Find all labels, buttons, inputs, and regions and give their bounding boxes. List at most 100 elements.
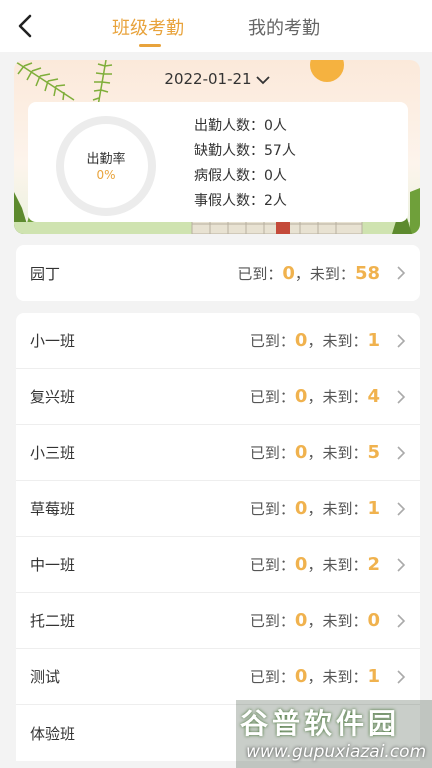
separator: ，: [307, 612, 323, 630]
arrived-count: 0: [294, 386, 308, 407]
row-counts: 已到： 0，未到： 5: [250, 442, 380, 463]
arrived-count: 0: [294, 666, 308, 687]
stat-label: 出勤人数：: [194, 118, 264, 134]
arrived-count: 0: [294, 610, 308, 631]
chevron-right-icon: [397, 445, 406, 460]
absent-count: 2: [367, 554, 380, 575]
stat-present: 出勤人数：0人: [194, 114, 296, 139]
list-item[interactable]: 园丁 已到： 0，未到： 58: [16, 245, 420, 301]
list-item[interactable]: 小三班 已到： 0，未到： 5: [16, 425, 420, 481]
row-counts: 已到： 0，未到： 0: [250, 610, 380, 631]
stat-label: 事假人数：: [194, 193, 264, 209]
arrived-label: 已到：: [249, 388, 295, 406]
separator: ，: [307, 444, 323, 462]
separator: ，: [307, 500, 323, 518]
attendance-rate-value: 0%: [96, 168, 116, 182]
absent-label: 未到：: [322, 668, 368, 686]
separator: ，: [307, 332, 323, 350]
stat-value: 0人: [264, 118, 287, 134]
arrived-count: 0: [294, 554, 308, 575]
row-name: 中一班: [30, 556, 76, 574]
chevron-right-icon: [397, 613, 406, 628]
separator: ，: [307, 668, 323, 686]
list-item[interactable]: 测试 已到： 0，未到： 1: [16, 649, 420, 705]
date-selector[interactable]: 2022-01-21: [14, 70, 420, 88]
watermark-title: 谷普软件园: [240, 707, 401, 740]
chevron-right-icon: [397, 333, 406, 348]
arrived-count: 0: [282, 262, 295, 284]
row-name: 小一班: [30, 332, 76, 350]
arrived-count: 0: [294, 498, 308, 519]
arrived-label: 已到：: [249, 500, 295, 518]
absent-label: 未到：: [309, 264, 355, 283]
separator: ，: [294, 264, 310, 283]
attendance-rate-label: 出勤率: [86, 152, 126, 167]
list-item[interactable]: 复兴班 已到： 0，未到： 4: [16, 369, 420, 425]
row-name: 小三班: [30, 444, 76, 462]
chevron-right-icon: [397, 669, 406, 684]
row-counts: 已到： 0，未到： 58: [237, 263, 380, 284]
absent-label: 未到：: [322, 500, 368, 518]
watermark-url: www.gupuxiazai.com: [246, 742, 427, 762]
arrived-label: 已到：: [249, 444, 295, 462]
stat-value: 0人: [264, 168, 287, 184]
row-counts: 已到： 0，未到： 1: [250, 498, 380, 519]
row-name: 园丁: [30, 264, 61, 283]
chevron-right-icon: [397, 266, 406, 280]
row-name: 复兴班: [30, 388, 76, 406]
list-item[interactable]: 托二班 已到： 0，未到： 0: [16, 593, 420, 649]
absent-count: 5: [367, 442, 380, 463]
stat-label: 缺勤人数：: [194, 143, 264, 159]
absent-count: 0: [367, 610, 380, 631]
date-text: 2022-01-21: [164, 70, 252, 88]
stats-list: 出勤人数：0人 缺勤人数：57人 病假人数：0人 事假人数：2人: [194, 114, 296, 214]
stat-sick-leave: 病假人数：0人: [194, 164, 296, 189]
chevron-right-icon: [397, 389, 406, 404]
arrived-label: 已到：: [249, 612, 295, 630]
row-name: 测试: [30, 668, 61, 686]
tab-my-attendance[interactable]: 我的考勤: [248, 14, 320, 40]
stat-label: 病假人数：: [194, 168, 264, 184]
chevron-right-icon: [397, 557, 406, 572]
row-counts: 已到： 0，未到： 2: [250, 554, 380, 575]
chevron-right-icon: [397, 501, 406, 516]
row-counts: 已到： 0，未到： 1: [250, 330, 380, 351]
stat-absent: 缺勤人数：57人: [194, 139, 296, 164]
stat-personal-leave: 事假人数：2人: [194, 189, 296, 214]
list-item[interactable]: 小一班 已到： 0，未到： 1: [16, 313, 420, 369]
absent-count: 1: [367, 666, 380, 687]
attendance-summary-card: 2022-01-21 出勤率 0% 出勤人数：0人 缺勤人数：57人 病假人数：…: [14, 60, 420, 234]
row-name: 托二班: [30, 612, 76, 630]
absent-count: 58: [354, 262, 380, 284]
row-counts: 已到： 0，未到： 1: [250, 666, 380, 687]
arrived-label: 已到：: [237, 264, 283, 283]
list-item[interactable]: 草莓班 已到： 0，未到： 1: [16, 481, 420, 537]
arrived-label: 已到：: [249, 332, 295, 350]
arrived-label: 已到：: [249, 668, 295, 686]
absent-count: 1: [367, 498, 380, 519]
absent-count: 4: [367, 386, 380, 407]
stat-value: 2人: [264, 193, 287, 209]
absent-label: 未到：: [322, 388, 368, 406]
staff-card: 园丁 已到： 0，未到： 58: [16, 245, 420, 301]
absent-label: 未到：: [322, 332, 368, 350]
absent-label: 未到：: [322, 444, 368, 462]
separator: ，: [307, 556, 323, 574]
arrived-count: 0: [294, 330, 308, 351]
arrived-label: 已到：: [249, 556, 295, 574]
arrived-count: 0: [294, 442, 308, 463]
stat-value: 57人: [264, 143, 296, 159]
stats-panel: 出勤率 0% 出勤人数：0人 缺勤人数：57人 病假人数：0人 事假人数：2人: [28, 102, 408, 222]
absent-label: 未到：: [322, 612, 368, 630]
class-list: 小一班 已到： 0，未到： 1 复兴班 已到： 0，未到： 4 小三班 已到： 0，未到： 5 草莓班已…: [16, 313, 420, 761]
tab-class-attendance[interactable]: 班级考勤: [112, 14, 184, 40]
absent-label: 未到：: [322, 556, 368, 574]
tab-bar: 班级考勤 我的考勤: [0, 14, 432, 40]
absent-count: 1: [367, 330, 380, 351]
row-counts: 已到： 0，未到： 4: [250, 386, 380, 407]
row-name: 草莓班: [30, 500, 76, 518]
list-item[interactable]: 中一班 已到： 0，未到： 2: [16, 537, 420, 593]
row-name: 体验班: [30, 724, 76, 743]
separator: ，: [307, 388, 323, 406]
chevron-down-icon: [255, 75, 270, 84]
